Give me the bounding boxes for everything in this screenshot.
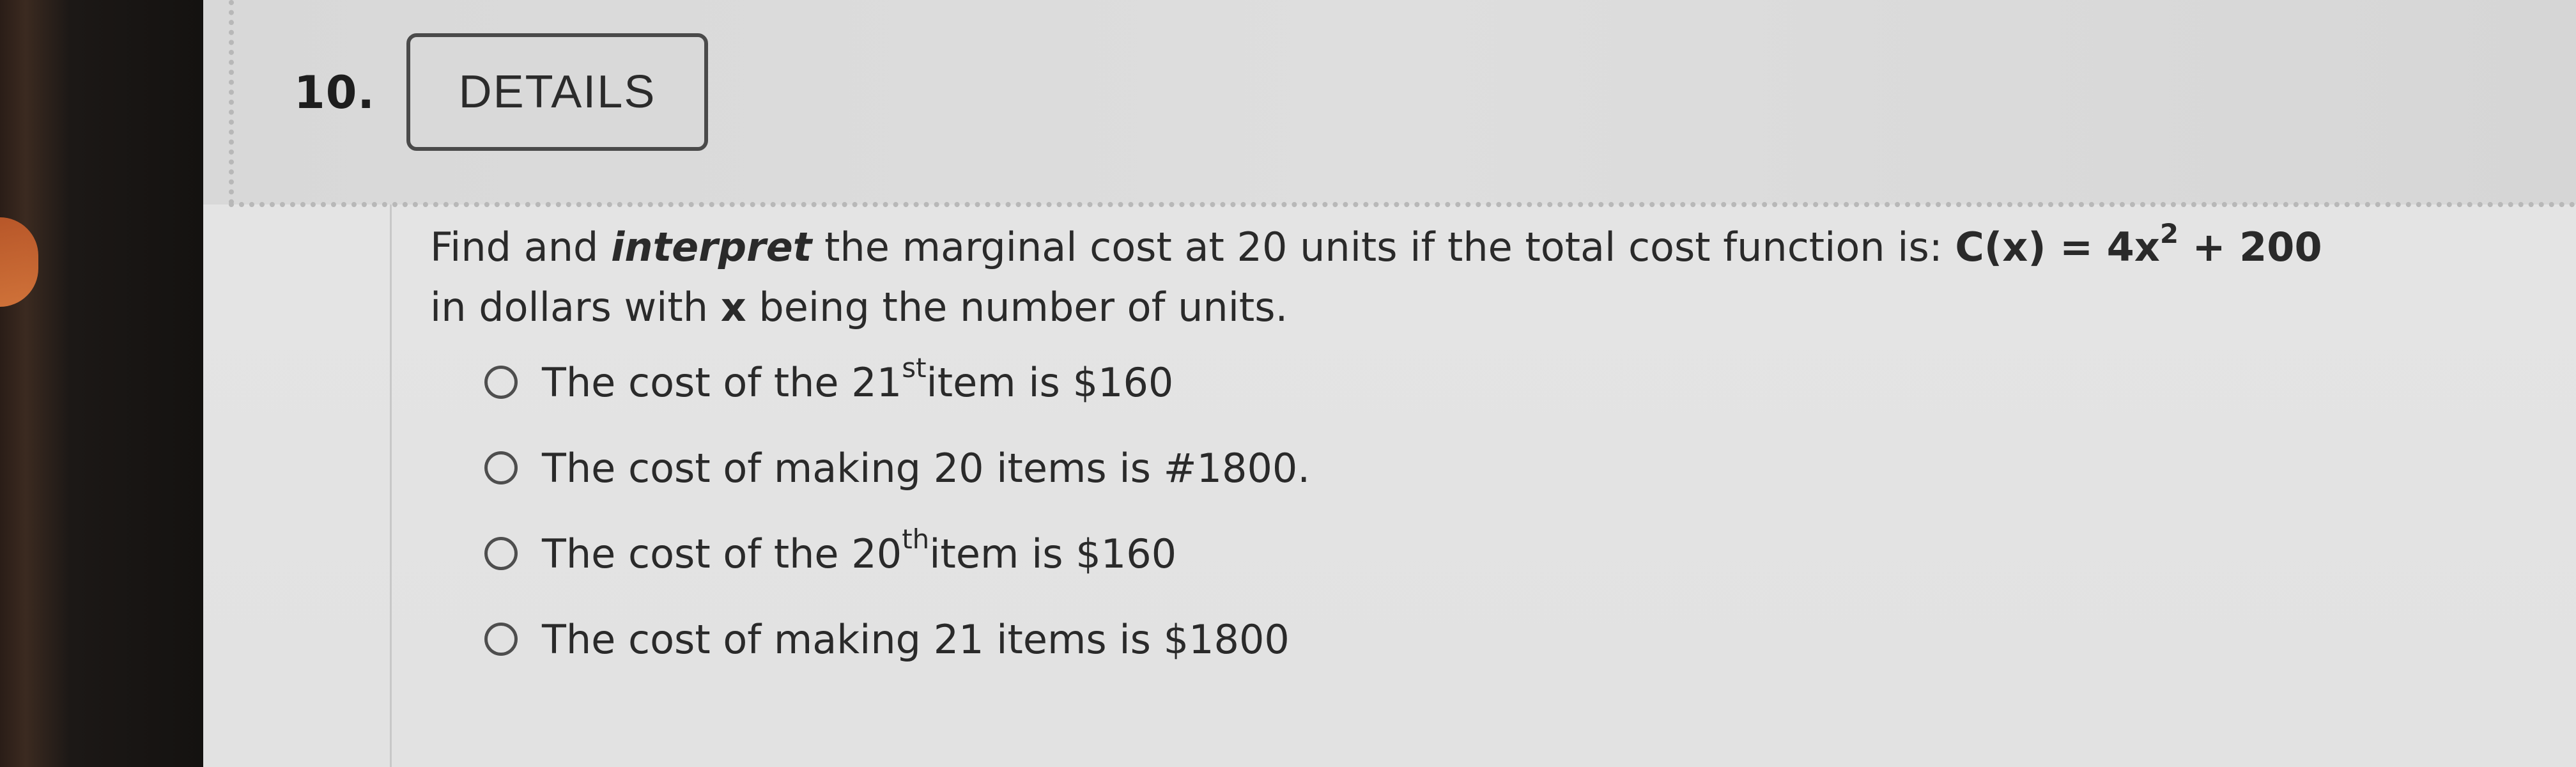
question-text: Find and interpret the marginal cost at …	[430, 217, 2539, 337]
radio-button-icon[interactable]	[484, 451, 518, 484]
question-text-part: Find and	[430, 224, 612, 270]
answer-option[interactable]: The cost of making 20 items is #1800.	[484, 436, 2402, 500]
radio-button-icon[interactable]	[484, 623, 518, 656]
radio-button-icon[interactable]	[484, 537, 518, 570]
question-text-part: the marginal cost at 20 units if the tot…	[812, 224, 1955, 270]
option-label: The cost of the 20thitem is $160	[542, 525, 1177, 577]
question-variable: x	[720, 284, 746, 330]
option-label: The cost of making 20 items is #1800.	[542, 445, 1310, 492]
question-panel: 10. DETAILS Find and interpret the margi…	[203, 0, 2576, 767]
option-label: The cost of making 21 items is $1800	[542, 616, 1290, 663]
option-superscript: th	[902, 523, 930, 555]
formula-lhs: C(x) = 4x	[1955, 224, 2160, 270]
formula-exponent: 2	[2159, 218, 2179, 249]
formula-rhs: + 200	[2179, 224, 2322, 270]
answer-option[interactable]: The cost of the 21stitem is $160	[484, 350, 2402, 414]
option-text: The cost of making 21 items is $1800	[542, 616, 1290, 663]
answer-options: The cost of the 21stitem is $160 The cos…	[484, 350, 2402, 693]
option-text: The cost of the 21	[542, 359, 902, 406]
option-superscript: st	[902, 352, 927, 384]
option-text: The cost of the 20	[542, 530, 902, 577]
screen-bezel	[0, 0, 204, 767]
answer-option[interactable]: The cost of the 20thitem is $160	[484, 522, 2402, 585]
dotted-border-left	[229, 0, 234, 205]
option-text: item is $160	[929, 530, 1177, 577]
formula: C(x) = 4x2 + 200	[1955, 221, 2322, 271]
question-number: 10.	[294, 66, 376, 119]
option-label: The cost of the 21stitem is $160	[542, 354, 1174, 406]
question-text-part: being the number of units.	[746, 284, 1288, 330]
question-text-part: in dollars with	[430, 284, 721, 330]
option-text: The cost of making 20 items is #1800.	[542, 444, 1311, 492]
radio-button-icon[interactable]	[484, 366, 518, 399]
content-divider	[390, 205, 392, 767]
answer-option[interactable]: The cost of making 21 items is $1800	[484, 607, 2402, 671]
question-emphasis: interpret	[611, 224, 812, 270]
option-text: item is $160	[926, 359, 1174, 406]
dotted-divider	[229, 202, 2576, 207]
details-button[interactable]: DETAILS	[406, 33, 708, 151]
